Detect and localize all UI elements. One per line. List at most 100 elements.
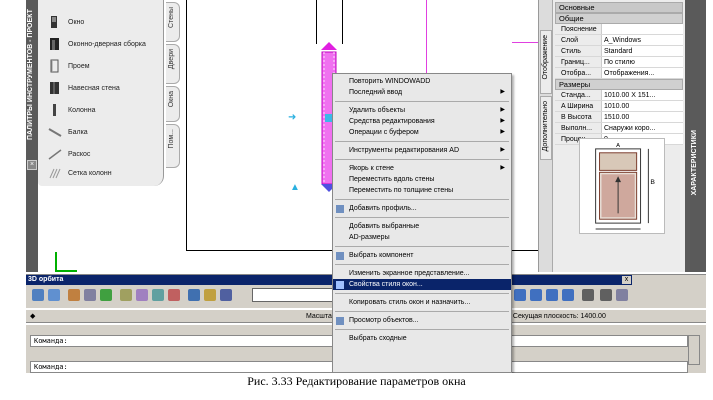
- context-menu-item[interactable]: Повторить WINDOWADD: [333, 76, 511, 87]
- palette-item-window[interactable]: Окно: [38, 12, 164, 32]
- prop-row-bound[interactable]: Границ... По стилю: [555, 57, 683, 68]
- submenu-arrow-icon: ▶: [500, 89, 505, 95]
- command-scrollbar[interactable]: [688, 335, 700, 365]
- orbit-free-icon[interactable]: [84, 289, 96, 301]
- tab-doors[interactable]: Двери: [166, 44, 180, 84]
- context-menu-item[interactable]: Инструменты редактирования AD ▶: [333, 145, 511, 156]
- palette-item-label: Навесная стена: [68, 84, 120, 92]
- prop-row-width[interactable]: A Ширина 1010.00: [555, 101, 683, 112]
- tab-windows[interactable]: Окна: [166, 86, 180, 122]
- prop-row-standard-size[interactable]: Станда... 1010.00 X 151...: [555, 90, 683, 101]
- orbit-view-input[interactable]: [252, 288, 338, 302]
- properties-titlebar[interactable]: ХАРАКТЕРИСТИКИ: [685, 0, 706, 272]
- orbit-rotate-icon[interactable]: [68, 289, 80, 301]
- context-menu-item[interactable]: Переместить по толщине стены: [333, 185, 511, 196]
- dimension-mark: B: [561, 114, 566, 121]
- context-menu-item[interactable]: Просмотр объектов...: [333, 315, 511, 326]
- view-right-icon[interactable]: [562, 289, 574, 301]
- properties-content: Основные Общие Пояснение Слой A_Windows С…: [555, 2, 683, 145]
- palette-tabs: Стены Двери Окна Пом...: [164, 0, 186, 186]
- tab-extended[interactable]: Дополнительно: [540, 96, 552, 160]
- tab-label: Двери: [168, 49, 175, 70]
- view-back-icon[interactable]: [600, 289, 612, 301]
- orbit-walk-icon[interactable]: [168, 289, 180, 301]
- context-menu-item[interactable]: Выбрать сходные: [333, 333, 511, 344]
- grip-arrow-up-icon[interactable]: ▲: [290, 183, 300, 193]
- context-menu-item[interactable]: Операции с буфером ▶: [333, 127, 511, 138]
- context-menu-item[interactable]: Удалить объекты ▶: [333, 105, 511, 116]
- palette-item-column-grid[interactable]: Сетка колонн: [38, 163, 164, 183]
- palette-item-curtain-wall[interactable]: Навесная стена: [38, 78, 164, 98]
- view-iso-icon[interactable]: [616, 289, 628, 301]
- context-menu-item[interactable]: Изменить экранное представление...: [333, 268, 511, 279]
- context-menu-item[interactable]: Выбрать компонент: [333, 250, 511, 261]
- orbit-continuous-icon[interactable]: [100, 289, 112, 301]
- properties-palette: Отображение Дополнительно Основные Общие…: [538, 0, 706, 272]
- orbit-view-icon[interactable]: [188, 289, 200, 301]
- prop-row-description[interactable]: Пояснение: [555, 24, 683, 35]
- palette-item-label: Окно: [68, 18, 85, 26]
- orbit-camera-icon[interactable]: [136, 289, 148, 301]
- view-top-icon[interactable]: [514, 289, 526, 301]
- palette-item-brace[interactable]: Раскос: [38, 144, 164, 164]
- context-menu-item[interactable]: Добавить выбранные: [333, 221, 511, 232]
- tab-label: Дополнительно: [542, 101, 549, 152]
- orbit-pan-icon[interactable]: [32, 289, 44, 301]
- palette-item-beam[interactable]: Балка: [38, 122, 164, 142]
- tab-rooms[interactable]: Пом...: [166, 124, 180, 168]
- context-menu-item[interactable]: AD-размеры: [333, 232, 511, 243]
- orbit-clip-icon[interactable]: [120, 289, 132, 301]
- palette-item-column[interactable]: Колонна: [38, 100, 164, 120]
- orbit-zoom-icon[interactable]: [48, 289, 60, 301]
- palette-item-window-door-assembly[interactable]: Оконно-дверная сборка: [38, 34, 164, 54]
- context-menu-item[interactable]: Добавить профиль...: [333, 203, 511, 214]
- context-menu-item[interactable]: Последний ввод ▶: [333, 87, 511, 98]
- prop-row-position[interactable]: Выполн... Снаружи коро...: [555, 123, 683, 134]
- prop-value[interactable]: [601, 24, 683, 34]
- close-icon[interactable]: x: [622, 276, 631, 284]
- tab-display[interactable]: Отображение: [540, 30, 552, 94]
- prop-value[interactable]: Standard: [601, 46, 683, 56]
- palette-item-opening[interactable]: Проем: [38, 56, 164, 76]
- context-menu-item[interactable]: Якорь к стене ▶: [333, 163, 511, 174]
- section-general[interactable]: Общие: [555, 13, 683, 24]
- prop-value[interactable]: 1010.00 X 151...: [601, 90, 683, 100]
- wall-line: [316, 0, 317, 44]
- menu-separator: [335, 217, 509, 218]
- context-menu-item[interactable]: Средства редактирования ▶: [333, 116, 511, 127]
- prop-value[interactable]: 1510.00: [601, 112, 683, 122]
- view-left-icon[interactable]: [546, 289, 558, 301]
- palette-close-icon[interactable]: ×: [27, 160, 37, 170]
- section-dimensions[interactable]: Размеры: [555, 79, 683, 90]
- properties-title: ХАРАКТЕРИСТИКИ: [691, 130, 698, 196]
- prop-value[interactable]: 1010.00: [601, 101, 683, 111]
- context-menu-item[interactable]: Свойства стиля окон...: [333, 279, 511, 290]
- view-bottom-icon[interactable]: [530, 289, 542, 301]
- grip-arrow-left-icon[interactable]: ➜: [288, 113, 298, 123]
- prop-value[interactable]: Снаружи коро...: [601, 123, 683, 133]
- context-menu-item[interactable]: Переместить вдоль стены: [333, 174, 511, 185]
- menu-item-label: Якорь к стене: [349, 165, 394, 172]
- palette-item-label: Сетка колонн: [68, 169, 112, 177]
- orbit-swivel-icon[interactable]: [152, 289, 164, 301]
- prop-row-layer[interactable]: Слой A_Windows: [555, 35, 683, 46]
- orbit-render-icon[interactable]: [220, 289, 232, 301]
- prop-value[interactable]: По стилю: [601, 57, 683, 67]
- status-snap-icon[interactable]: ◆: [30, 310, 35, 323]
- palette-item-label: Колонна: [68, 106, 96, 114]
- prop-row-height[interactable]: B Высота 1510.00: [555, 112, 683, 123]
- tab-walls[interactable]: Стены: [166, 2, 180, 42]
- context-menu-item[interactable]: Копировать стиль окон и назначить...: [333, 297, 511, 308]
- prop-value[interactable]: Отображения...: [601, 68, 683, 78]
- menu-item-label: Переместить по толщине стены: [349, 187, 454, 194]
- properties-header[interactable]: Основные: [555, 2, 683, 13]
- orbit-style-icon[interactable]: [204, 289, 216, 301]
- orbit-toolbar-title[interactable]: 3D орбита: [26, 275, 632, 285]
- prop-value[interactable]: A_Windows: [601, 35, 683, 45]
- view-front-icon[interactable]: [582, 289, 594, 301]
- status-cut-plane[interactable]: во ▾ Секущая плоскость: 1400.00: [498, 310, 606, 323]
- prop-row-display[interactable]: Отобра... Отображения...: [555, 68, 683, 79]
- tool-palette-titlebar[interactable]: ПАЛИТРЫ ИНСТРУМЕНТОВ - ПРОЕКТ ×: [26, 0, 38, 272]
- status-scale-label[interactable]: Масшта: [306, 310, 332, 323]
- prop-row-style[interactable]: Стиль Standard: [555, 46, 683, 57]
